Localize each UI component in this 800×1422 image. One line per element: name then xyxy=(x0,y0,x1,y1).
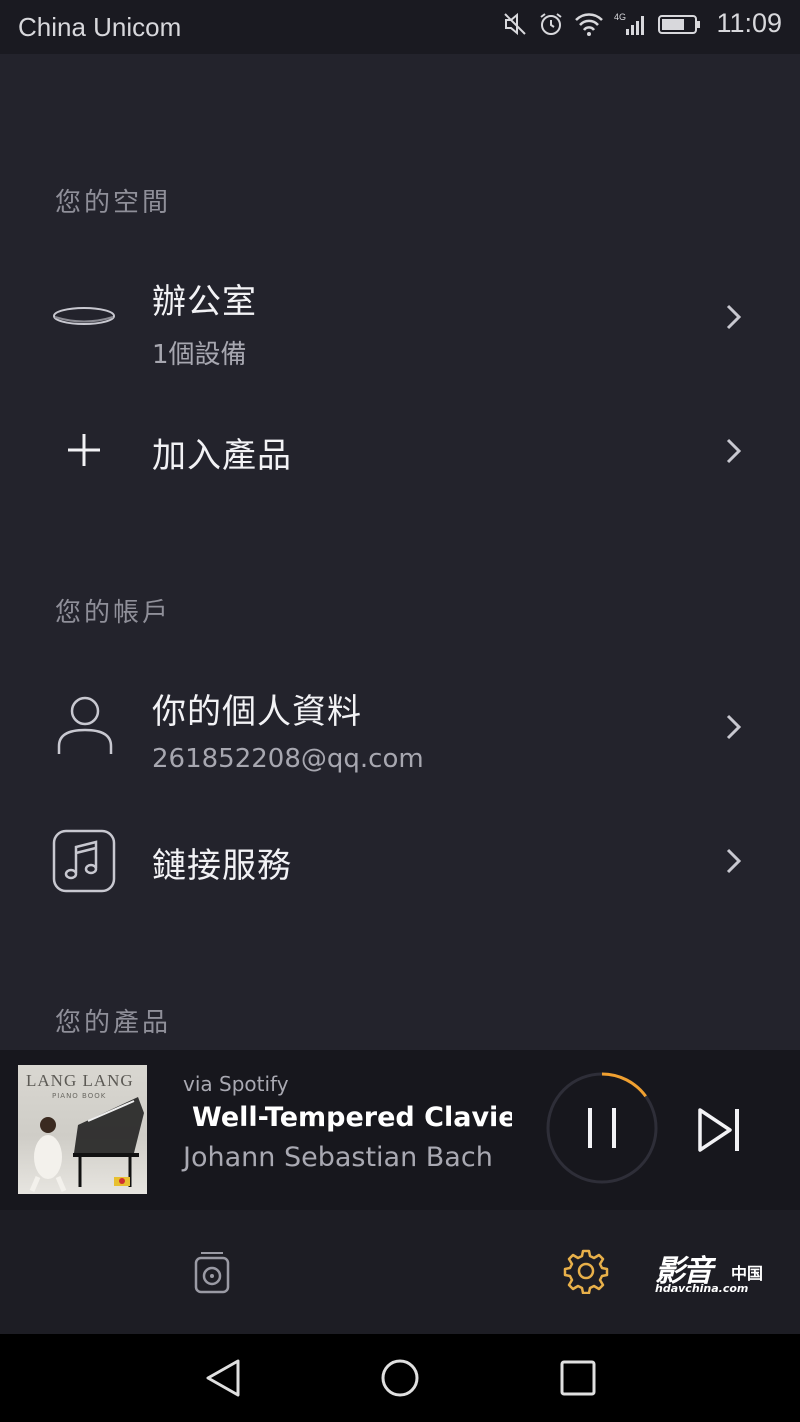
recents-icon[interactable] xyxy=(560,1360,596,1396)
add-product-row[interactable]: 加入產品 xyxy=(0,394,800,514)
now-playing-bar[interactable]: LANG LANG PIANO BOOK via Spotify Well-Te… xyxy=(0,1050,800,1210)
battery-icon xyxy=(658,14,701,34)
profile-row[interactable]: 你的個人資料 261852208@qq.com xyxy=(0,666,800,786)
gear-icon[interactable] xyxy=(563,1248,609,1294)
settings-list: 您的空間 辦公室 1個設備 加入產品 您的帳戶 你的個人資料 261852208… xyxy=(0,54,800,1050)
watermark-logo: 影音 中国 hdavchina.com xyxy=(655,1246,787,1300)
status-bar: China Unicom 4G 11:09 xyxy=(0,0,800,54)
space-device-count: 1個設備 xyxy=(152,340,247,370)
pause-button[interactable] xyxy=(546,1072,658,1184)
wifi-icon xyxy=(575,12,604,36)
speaker-disc-icon xyxy=(53,307,115,325)
bottom-tab-bar: 影音 中国 hdavchina.com xyxy=(0,1210,800,1334)
person-icon xyxy=(57,696,113,754)
album-art[interactable]: LANG LANG PIANO BOOK xyxy=(18,1065,147,1194)
chevron-right-icon xyxy=(726,714,742,740)
playback-source: via Spotify xyxy=(183,1072,289,1096)
speaker-icon[interactable] xyxy=(194,1250,230,1294)
chevron-right-icon xyxy=(726,304,742,330)
profile-email: 261852208@qq.com xyxy=(152,744,424,774)
mute-icon xyxy=(504,12,527,35)
linked-services-row[interactable]: 鏈接服務 xyxy=(0,804,800,924)
carrier-label: China Unicom xyxy=(18,12,182,42)
signal-icon: 4G xyxy=(614,12,645,35)
plus-icon xyxy=(68,434,100,466)
music-note-icon xyxy=(52,829,116,893)
pause-icon xyxy=(588,1108,592,1148)
section-title-account: 您的帳戶 xyxy=(55,598,172,628)
piano-image xyxy=(29,1097,144,1192)
space-row-office[interactable]: 辦公室 1個設備 xyxy=(0,256,800,376)
alarm-icon xyxy=(540,12,563,35)
space-title: 辦公室 xyxy=(152,282,257,322)
home-icon[interactable] xyxy=(380,1358,420,1398)
linked-services-label: 鏈接服務 xyxy=(152,846,292,886)
profile-title: 你的個人資料 xyxy=(152,692,362,732)
skip-next-button[interactable] xyxy=(696,1106,744,1154)
svg-text:4G: 4G xyxy=(614,12,626,22)
chevron-right-icon xyxy=(726,848,742,874)
add-product-label: 加入產品 xyxy=(152,436,292,476)
section-title-spaces: 您的空間 xyxy=(55,188,172,218)
track-title: Well-Tempered Clavier: xyxy=(192,1102,512,1133)
chevron-right-icon xyxy=(726,438,742,464)
system-nav-bar xyxy=(0,1334,800,1422)
watermark-url: hdavchina.com xyxy=(655,1282,749,1295)
playback-progress-arc xyxy=(601,1072,647,1098)
clock: 11:09 xyxy=(716,8,782,38)
back-icon[interactable] xyxy=(204,1358,244,1398)
track-artist: Johann Sebastian Bach xyxy=(183,1142,493,1173)
watermark-cn: 中国 xyxy=(731,1264,764,1283)
section-title-products: 您的產品 xyxy=(55,1008,172,1038)
status-icons: 4G 11:09 xyxy=(502,8,782,39)
